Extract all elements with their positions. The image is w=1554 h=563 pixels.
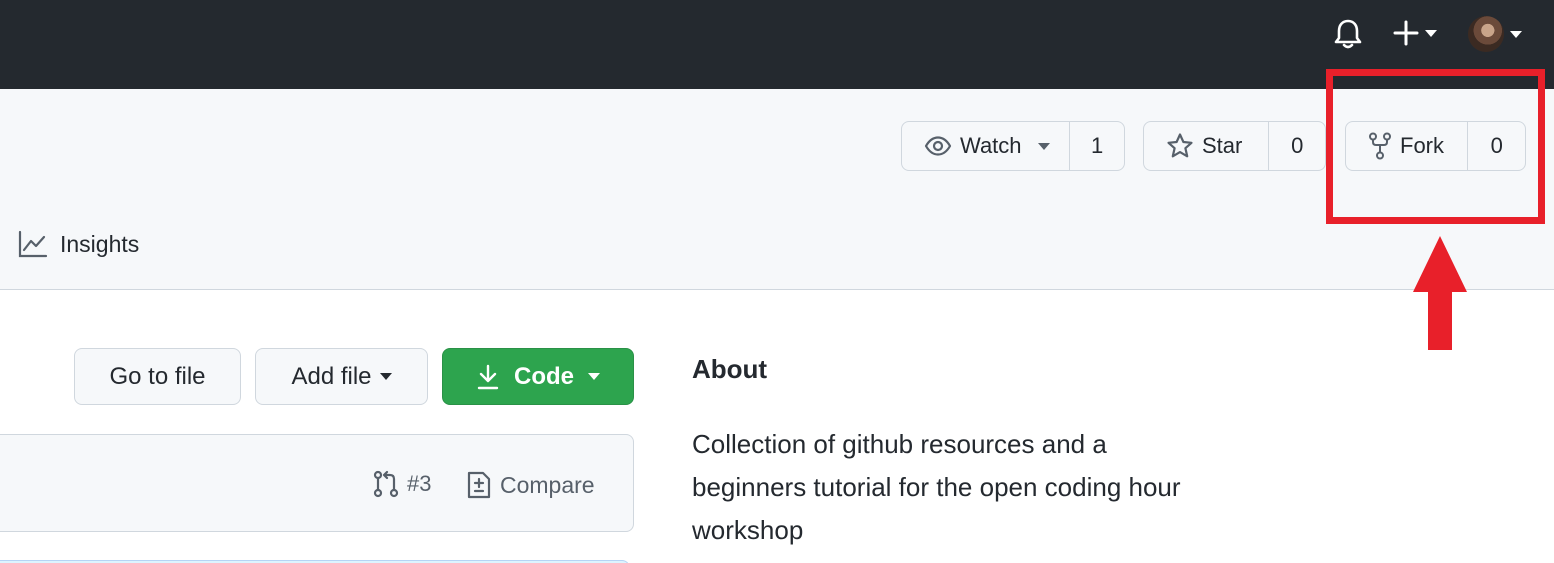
pull-request-count: #3 [407, 471, 432, 496]
star-count[interactable]: 0 [1269, 122, 1325, 170]
diff-icon [467, 471, 491, 499]
fork-label: Fork [1400, 133, 1444, 158]
bell-icon [1334, 19, 1362, 49]
about-description: Collection of github resources and a beg… [692, 429, 1181, 545]
code-button[interactable]: Code [442, 348, 634, 405]
download-icon [477, 364, 499, 389]
chevron-down-icon [1037, 142, 1050, 150]
tab-insights-label: Insights [60, 230, 140, 257]
avatar [1468, 16, 1504, 52]
git-pull-request-icon [373, 470, 399, 498]
go-to-file-button[interactable]: Go to file [74, 348, 241, 405]
watch-count[interactable]: 1 [1070, 122, 1124, 170]
watch-label: Watch [960, 133, 1022, 158]
about-heading: About [692, 354, 768, 384]
star-label: Star [1202, 133, 1243, 158]
fork-button-group: Fork 0 [1345, 121, 1526, 171]
compare-link[interactable]: Compare [466, 470, 595, 500]
tab-insights[interactable]: Insights [18, 230, 139, 258]
fork-count[interactable]: 0 [1468, 122, 1525, 170]
create-new-button[interactable] [1393, 20, 1437, 46]
user-menu-button[interactable] [1468, 16, 1522, 52]
chevron-down-icon [1510, 30, 1522, 38]
repo-forked-icon [1369, 132, 1391, 160]
fork-button[interactable]: Fork [1346, 122, 1469, 170]
repository-header [0, 89, 1554, 290]
compare-label: Compare [500, 471, 595, 498]
global-header [0, 0, 1554, 89]
notifications-button[interactable] [1333, 18, 1363, 50]
add-file-label: Add file [291, 362, 372, 390]
graph-icon [18, 230, 48, 258]
add-file-button[interactable]: Add file [255, 348, 428, 405]
plus-icon [1393, 20, 1419, 46]
code-label: Code [514, 362, 574, 390]
eye-icon [924, 136, 952, 156]
star-button-group: Star 0 [1143, 121, 1326, 171]
chevron-down-icon [588, 373, 600, 380]
go-to-file-label: Go to file [109, 362, 206, 390]
pull-request-link[interactable]: #3 [373, 470, 431, 498]
watch-button[interactable]: Watch [902, 122, 1071, 170]
star-icon [1167, 133, 1193, 158]
chevron-down-icon [1425, 29, 1437, 37]
chevron-down-icon [379, 373, 392, 380]
star-button[interactable]: Star [1144, 122, 1270, 170]
watch-button-group: Watch 1 [901, 121, 1125, 171]
